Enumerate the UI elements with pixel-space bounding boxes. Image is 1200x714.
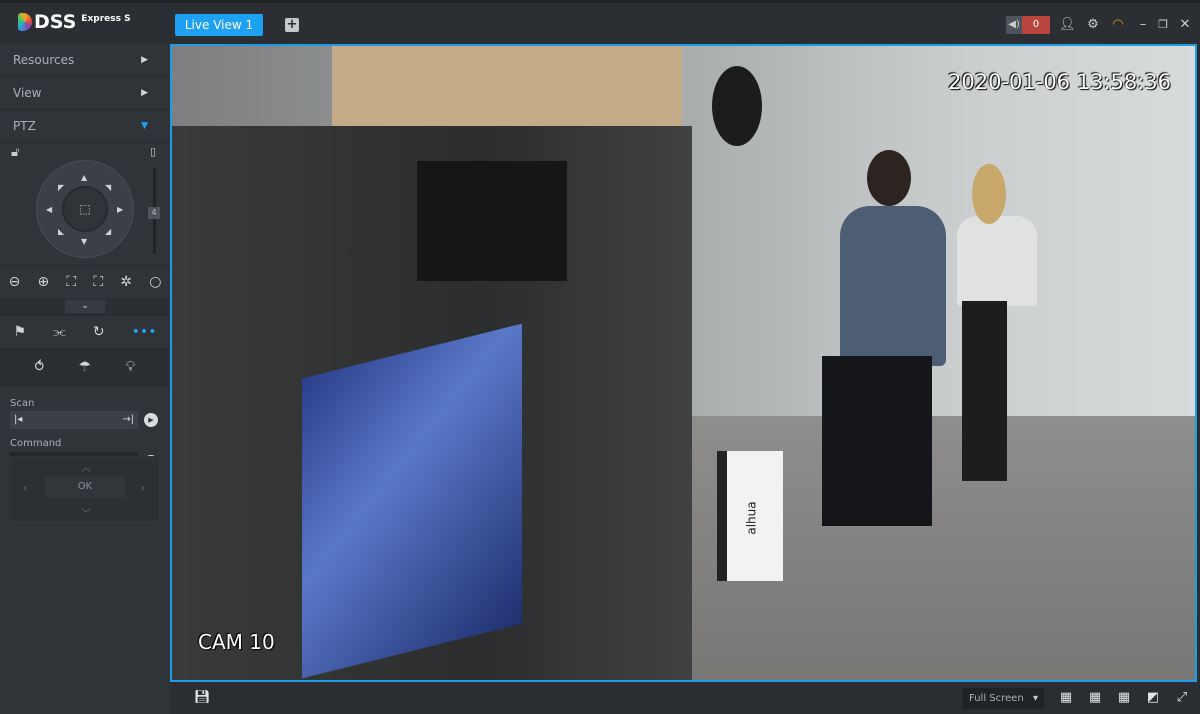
video-person-1-legs [822, 356, 932, 526]
video-timestamp: 2020-01-06 13:58:36 [948, 70, 1172, 94]
video-person-2-head [972, 164, 1006, 224]
ptz-advanced: Scan |◂→| ▶ Command ▶ PTZ Menu [0, 385, 170, 675]
add-tab-button[interactable]: + [285, 18, 299, 32]
arrow-up-left-icon[interactable]: ◤ [58, 183, 64, 192]
menu-down-icon[interactable]: ﹀ [81, 505, 91, 520]
logo-text: DSS [34, 11, 77, 33]
scan-label: Scan [10, 398, 35, 409]
light-bulb-icon[interactable]: 💡︎ [126, 359, 136, 375]
video-monitor-top [417, 161, 567, 281]
menu-left-icon[interactable]: ‹ [23, 483, 27, 494]
ptz-menu-pad: ︿ ﹀ ‹ › OK [10, 456, 160, 522]
grid-16-icon[interactable]: ▦ [1116, 690, 1132, 706]
more-icon[interactable]: ••• [132, 324, 157, 340]
chevron-right-icon: ▶ [141, 88, 148, 98]
iris-close-icon[interactable]: ✲ [120, 274, 132, 290]
arrow-down-left-icon[interactable]: ◣ [58, 227, 64, 236]
top-bar: DSS Express S Live View 1 + ◀) 0 👤︎ ⚙ ◠ … [0, 0, 1200, 44]
unlock-icon[interactable]: 🔓︎ [11, 145, 19, 160]
save-icon[interactable]: 💾︎ [194, 690, 211, 706]
expand-chevron-icon[interactable]: ⌄ [65, 300, 105, 313]
alarm-count: 0 [1022, 16, 1050, 34]
video-person-1-head [867, 150, 911, 206]
wiper-icon[interactable]: ☂︎ [79, 359, 92, 375]
bottom-toolbar: 💾︎ Full Screen ▦ ▦ ▦ ◩ ⤢ [170, 682, 1200, 714]
ptz-speed-knob[interactable]: 4 [148, 207, 160, 219]
command-label: Command [10, 438, 62, 449]
arrow-right-icon[interactable]: ▶ [117, 205, 123, 214]
grid-9-icon[interactable]: ▦ [1087, 690, 1103, 706]
ptz-function-row: ⚑ ⫘ ↻ ••• [0, 315, 170, 348]
3d-position-button[interactable]: ⬚ [62, 186, 108, 232]
video-person-1-body [840, 206, 946, 366]
arrow-left-icon[interactable]: ◀ [46, 205, 52, 214]
tab-live-view-1[interactable]: Live View 1 [175, 14, 263, 36]
custom-layout-icon[interactable]: ◩ [1145, 690, 1161, 706]
minimize-icon[interactable]: – [1135, 16, 1151, 34]
scan-range-bar[interactable]: |◂ →| [10, 411, 138, 429]
zoom-focus-row: ⊖ ⊕ ⛶ ⛶ ✲ ○ [0, 265, 170, 298]
performance-gauge-icon[interactable]: ◠ [1110, 16, 1126, 34]
arrow-down-icon[interactable]: ▼ [81, 237, 87, 246]
ptz-direction-ring[interactable]: ▲ ▼ ◀ ▶ ◤ ◥ ◣ ◢ ⬚ [36, 160, 134, 258]
menu-up-icon[interactable]: ︿ [81, 459, 91, 474]
expand-bar: ⌄ [0, 298, 170, 315]
user-icon[interactable]: 👤︎ [1059, 16, 1076, 34]
zoom-out-icon[interactable]: ⊖ [9, 274, 21, 290]
alarm-indicator[interactable]: ◀) 0 [1006, 16, 1050, 34]
sidebar-item-resources[interactable]: Resources ▶ [0, 44, 170, 77]
app-logo: DSS Express S [18, 11, 131, 33]
logo-subtext: Express S [81, 14, 131, 24]
sidebar-item-label: View [13, 86, 42, 100]
logo-mark-icon [18, 13, 32, 31]
iris-open-icon[interactable]: ○ [149, 274, 161, 290]
video-ptz-camera [712, 66, 762, 146]
sidebar-item-view[interactable]: View ▶ [0, 77, 170, 110]
menu-ok-button[interactable]: OK [45, 476, 125, 498]
box-logo-text: alhua [744, 501, 759, 535]
mouse-icon[interactable]: ▯ [150, 145, 156, 158]
tour-icon[interactable]: ⫘ [53, 324, 66, 340]
zoom-in-icon[interactable]: ⊕ [37, 274, 49, 290]
sidebar-item-ptz[interactable]: PTZ ▼ [0, 110, 170, 143]
ptz-control-pad: 🔓︎ ▯ ▲ ▼ ◀ ▶ ◤ ◥ ◣ ◢ ⬚ 4 [0, 143, 170, 265]
scan-play-button[interactable]: ▶ [144, 413, 158, 427]
grid-4-icon[interactable]: ▦ [1058, 690, 1074, 706]
live-video-pane[interactable]: alhua 2020-01-06 13:58:36 CAM 10 [170, 44, 1197, 682]
preset-flag-icon[interactable]: ⚑ [14, 324, 27, 340]
rotate-icon[interactable]: ⥀ [35, 359, 45, 375]
video-person-2-body [957, 216, 1037, 306]
focus-far-icon[interactable]: ⛶ [93, 274, 103, 290]
arrow-up-right-icon[interactable]: ◥ [105, 183, 111, 192]
pattern-icon[interactable]: ↻ [93, 324, 105, 340]
scan-end-icon[interactable]: →| [122, 411, 134, 429]
chevron-right-icon: ▶ [141, 55, 148, 65]
menu-right-icon[interactable]: › [141, 483, 145, 494]
sidebar-item-label: Resources [13, 53, 75, 67]
video-monitor-wall [302, 323, 522, 679]
ptz-aux-row: ⥀ ☂︎ 💡︎ [0, 348, 170, 385]
scan-start-icon[interactable]: |◂ [14, 414, 22, 425]
video-person-2-legs [962, 301, 1007, 481]
fullscreen-icon[interactable]: ⤢ [1174, 690, 1190, 706]
video-box: alhua [717, 451, 783, 581]
focus-near-icon[interactable]: ⛶ [66, 274, 76, 290]
layout-select[interactable]: Full Screen [962, 688, 1044, 709]
sidebar-item-label: PTZ [13, 119, 36, 133]
sidebar: Resources ▶ View ▶ PTZ ▼ 🔓︎ ▯ ▲ ▼ ◀ ▶ ◤ ◥ ◣… [0, 44, 170, 714]
chevron-down-icon: ▼ [141, 121, 148, 131]
close-icon[interactable]: ✕ [1177, 16, 1193, 34]
gear-icon[interactable]: ⚙ [1085, 16, 1101, 34]
arrow-up-icon[interactable]: ▲ [81, 173, 87, 182]
arrow-down-right-icon[interactable]: ◢ [105, 227, 111, 236]
video-camera-label: CAM 10 [198, 630, 275, 654]
speaker-icon: ◀) [1006, 16, 1022, 34]
restore-icon[interactable]: ❐ [1155, 16, 1171, 34]
